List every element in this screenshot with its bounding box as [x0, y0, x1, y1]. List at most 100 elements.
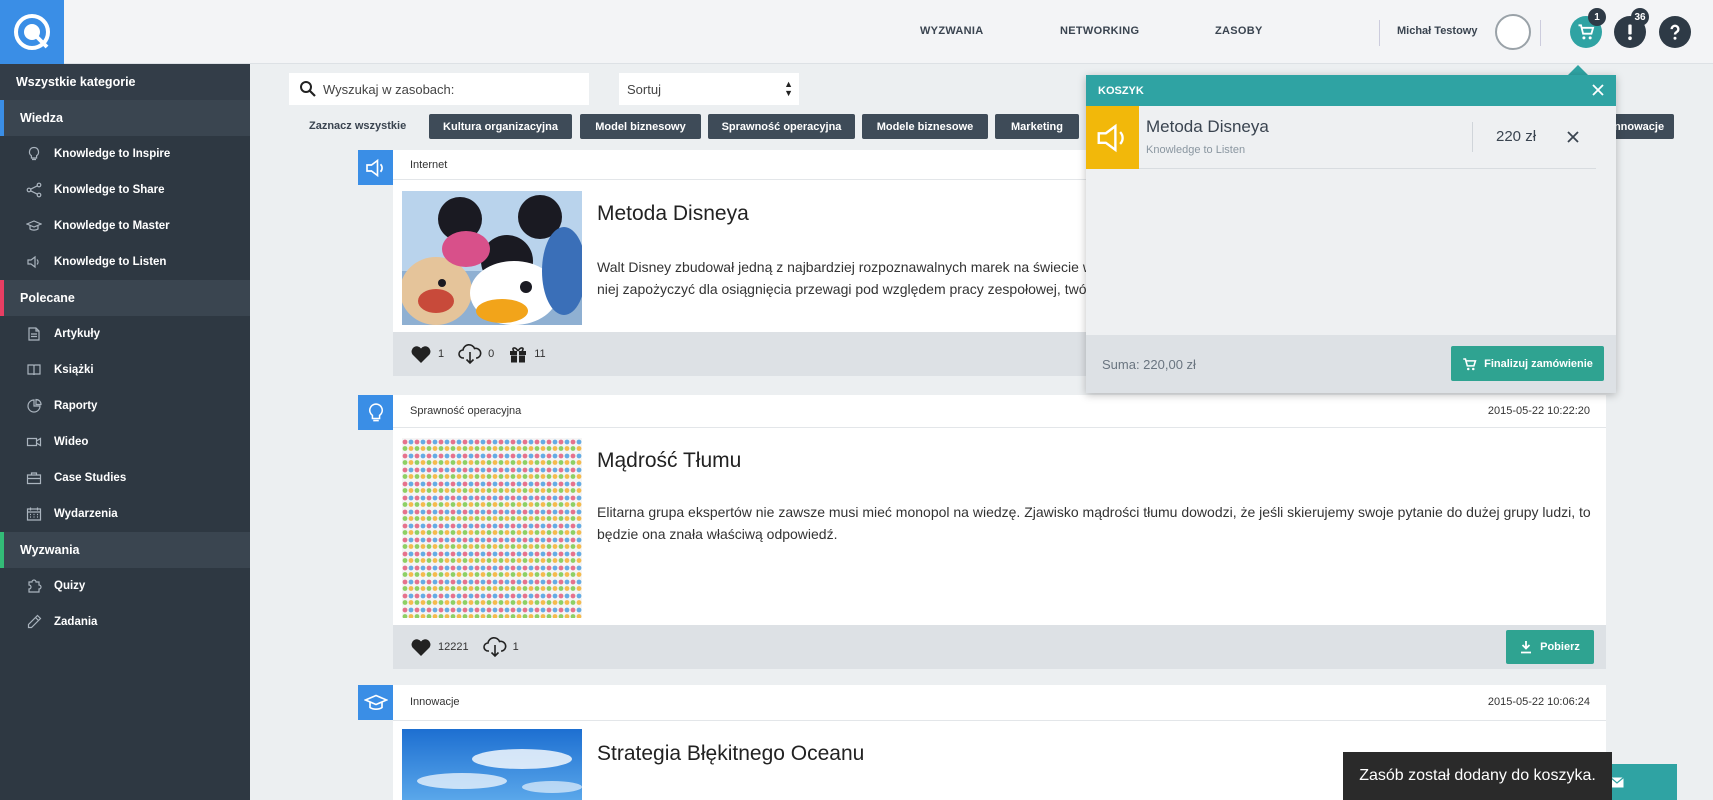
avatar[interactable]: [1495, 14, 1531, 50]
sidebar-item-raporty[interactable]: Raporty: [0, 388, 250, 424]
download-button[interactable]: Pobierz: [1506, 630, 1594, 664]
question-icon: [1670, 24, 1680, 40]
video-camera-icon: [26, 437, 42, 447]
select-all-link[interactable]: Zaznacz wszystkie: [309, 120, 406, 132]
nav-wyzwania[interactable]: WYZWANIA: [920, 25, 984, 37]
card-category: Innowacje: [410, 696, 460, 708]
card-header: Sprawność operacyjna 2015-05-22 10:22:20: [358, 395, 1606, 430]
card-category: Sprawność operacyjna: [410, 405, 522, 417]
sidebar-item-label: Wydarzenia: [54, 508, 118, 520]
sidebar-item-artykuly[interactable]: Artykuły: [0, 316, 250, 352]
logo-icon: [14, 14, 50, 50]
card-footer: 12221 1 Pobierz: [393, 625, 1606, 669]
gifts-count: 11: [534, 348, 546, 360]
card-title[interactable]: Mądrość Tłumu: [597, 449, 741, 473]
sort-select[interactable]: Sortuj ▲ ▼: [619, 73, 799, 105]
close-icon[interactable]: [1590, 82, 1606, 98]
search-input[interactable]: Wyszukaj w zasobach:: [289, 73, 589, 105]
cart-popup-pointer: [1568, 65, 1588, 75]
document-icon: [28, 327, 40, 341]
tag-model-biznesowy[interactable]: Model biznesowy: [580, 114, 701, 139]
sidebar-item-case-studies[interactable]: Case Studies: [0, 460, 250, 496]
sidebar-item-wydarzenia[interactable]: Wydarzenia: [0, 496, 250, 532]
nav-zasoby[interactable]: ZASOBY: [1215, 25, 1263, 37]
card-category: Internet: [410, 159, 448, 171]
sidebar-all-categories[interactable]: Wszystkie kategorie: [0, 64, 250, 100]
sidebar-item-knowledge-to-listen[interactable]: Knowledge to Listen: [0, 244, 250, 280]
sidebar-item-label: Knowledge to Master: [54, 220, 170, 232]
nav-networking[interactable]: NETWORKING: [1060, 25, 1139, 37]
divider: [1540, 20, 1541, 46]
sort-label: Sortuj: [627, 81, 661, 97]
calendar-icon: [26, 507, 42, 521]
sidebar-item-label: Knowledge to Share: [54, 184, 165, 196]
pencil-icon: [27, 614, 42, 629]
sidebar-item-label: Wideo: [54, 436, 89, 448]
tag-sprawnosc-operacyjna[interactable]: Sprawność operacyjna: [708, 114, 855, 139]
downloads-stat: 1: [482, 636, 519, 658]
sidebar-item-knowledge-to-inspire[interactable]: Knowledge to Inspire: [0, 136, 250, 172]
card-date: 2015-05-22 10:22:20: [1487, 405, 1590, 417]
sidebar-section-wyzwania[interactable]: Wyzwania: [0, 532, 250, 568]
search-icon: [300, 81, 316, 97]
likes-stat[interactable]: 12221: [410, 638, 469, 657]
likes-count: 12221: [438, 641, 469, 653]
sidebar-item-wideo[interactable]: Wideo: [0, 424, 250, 460]
tag-kultura-organizacyjna[interactable]: Kultura organizacyjna: [429, 114, 572, 139]
sidebar-section-wiedza[interactable]: Wiedza: [0, 100, 250, 136]
card-description: Elitarna grupa ekspertów nie zawsze musi…: [597, 504, 1591, 542]
sidebar-item-label: Knowledge to Listen: [54, 256, 167, 268]
card-image[interactable]: [402, 729, 582, 800]
sidebar-section-polecane[interactable]: Polecane: [0, 280, 250, 316]
speaker-icon: [365, 158, 383, 177]
card-image[interactable]: [402, 438, 582, 618]
finalize-label: Finalizuj zamówienie: [1484, 357, 1593, 370]
tag-modele-biznesowe[interactable]: Modele biznesowe: [862, 114, 988, 139]
app-logo[interactable]: [0, 0, 64, 64]
finalize-order-button[interactable]: Finalizuj zamówienie: [1451, 346, 1604, 381]
sidebar-item-label: Knowledge to Inspire: [54, 148, 171, 160]
speaker-icon: [1097, 123, 1124, 152]
sidebar-item-zadania[interactable]: Zadania: [0, 604, 250, 640]
cart-popup: KOSZYK Metoda Disneya Knowledge to Liste…: [1086, 75, 1616, 393]
download-label: Pobierz: [1540, 641, 1580, 653]
cart-item-subtitle: Knowledge to Listen: [1146, 144, 1246, 156]
divider: [1379, 20, 1380, 46]
crowd-pattern-image: [402, 438, 582, 618]
help-button[interactable]: [1659, 16, 1691, 48]
puzzle-icon: [28, 579, 42, 593]
cart-item: Metoda Disneya Knowledge to Listen 220 z…: [1086, 106, 1616, 169]
sidebar-item-label: Case Studies: [54, 472, 127, 484]
select-arrows-icon: ▲ ▼: [784, 79, 793, 98]
card-title[interactable]: Metoda Disneya: [597, 202, 749, 226]
heart-icon: [411, 345, 431, 363]
card-type-badge: [358, 685, 393, 720]
cloud-download-icon: [482, 637, 507, 658]
graduation-cap-icon: [363, 694, 388, 710]
sidebar-item-ksiazki[interactable]: Książki: [0, 352, 250, 388]
sidebar-item-quizy[interactable]: Quizy: [0, 568, 250, 604]
download-icon: [1521, 640, 1532, 653]
sidebar-item-knowledge-to-master[interactable]: Knowledge to Master: [0, 208, 250, 244]
sidebar-item-label: Artykuły: [54, 328, 101, 340]
remove-item-icon[interactable]: [1566, 130, 1580, 144]
likes-stat[interactable]: 1: [410, 345, 444, 364]
card-header: Innowacje 2015-05-22 10:06:24: [358, 685, 1606, 721]
sidebar-item-knowledge-to-share[interactable]: Knowledge to Share: [0, 172, 250, 208]
divider: [1472, 122, 1473, 152]
gifts-stat[interactable]: 11: [508, 344, 546, 364]
divider: [1139, 168, 1596, 169]
card-title[interactable]: Strategia Błękitnego Oceanu: [597, 742, 864, 766]
speaker-icon: [27, 255, 39, 269]
book-icon: [27, 364, 41, 376]
lightbulb-icon: [368, 402, 383, 421]
cart-item-title[interactable]: Metoda Disneya: [1146, 117, 1269, 137]
blue-sky-image: [402, 729, 582, 800]
cart-icon: [1463, 357, 1477, 370]
tag-marketing[interactable]: Marketing: [995, 114, 1079, 139]
sidebar: Wszystkie kategorie Wiedza Knowledge to …: [0, 64, 250, 800]
cart-sum: Suma: 220,00 zł: [1102, 357, 1196, 372]
downloads-stat: 0: [458, 343, 494, 365]
briefcase-icon: [26, 472, 42, 485]
user-name[interactable]: Michał Testowy: [1397, 25, 1477, 37]
